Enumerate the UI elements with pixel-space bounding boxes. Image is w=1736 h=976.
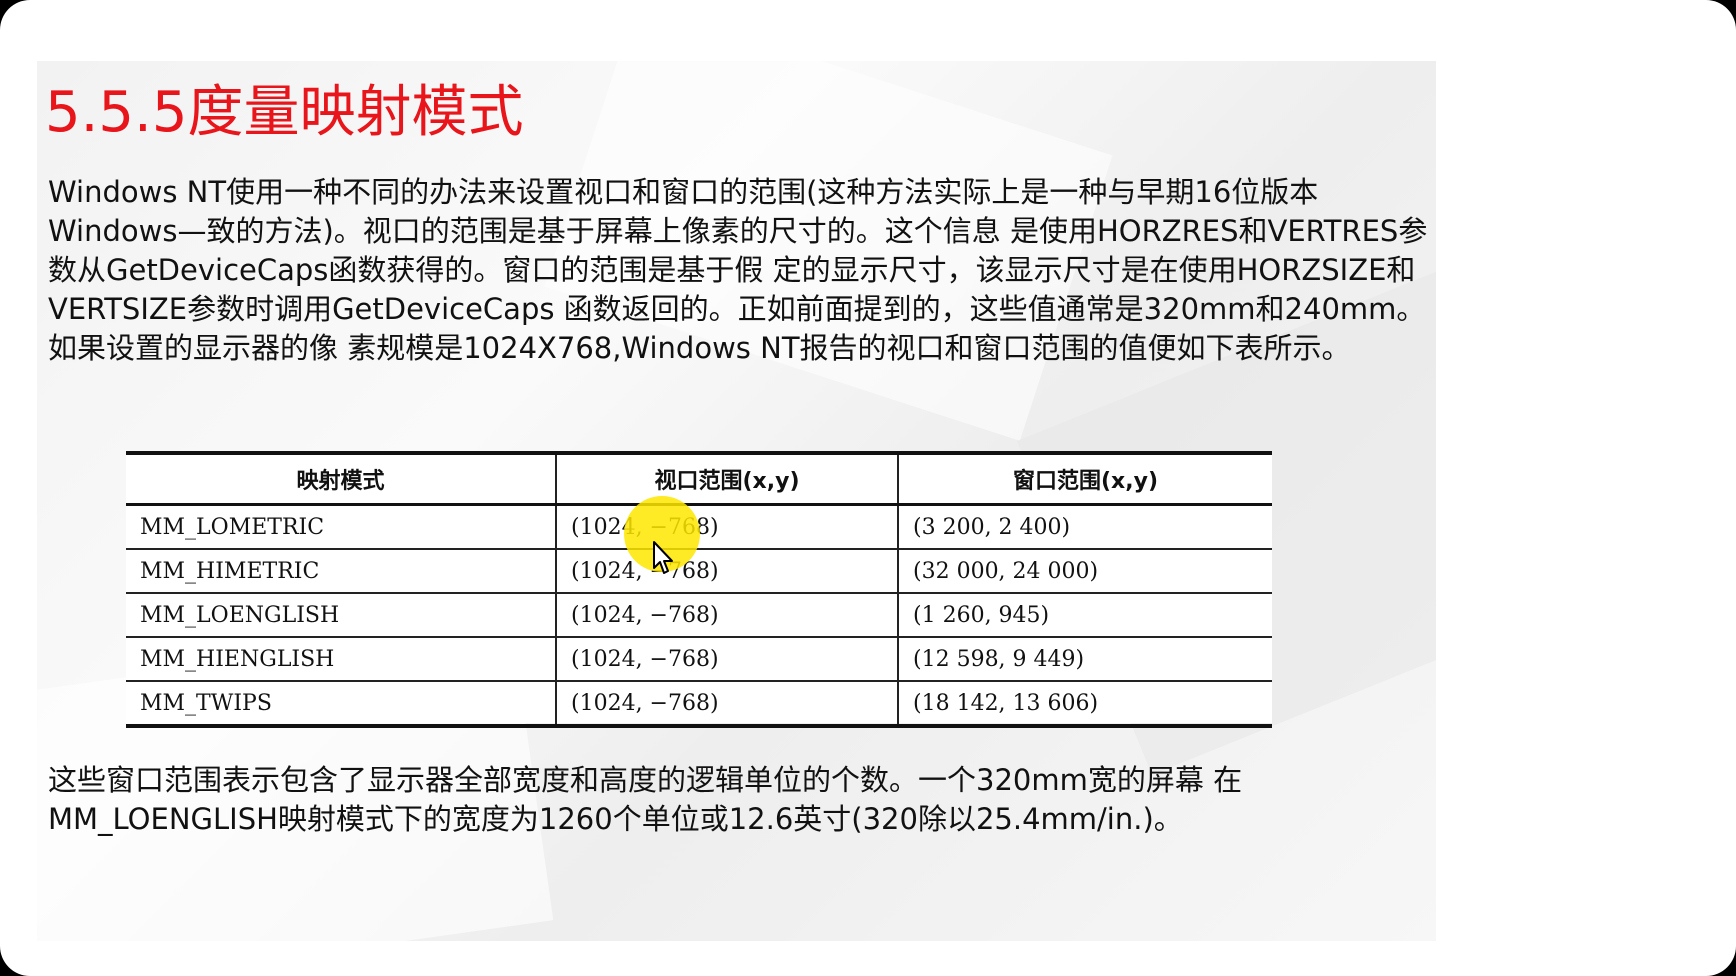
viewport-cell: (1024, −768) <box>555 504 898 550</box>
column-header-viewport-extent: 视口范围(x,y) <box>555 451 898 506</box>
window-cell: (32 000, 24 000) <box>897 549 1272 594</box>
table-header-row: 映射模式 视口范围(x,y) 窗口范围(x,y) <box>126 451 1272 506</box>
intro-paragraph: Windows NT使用一种不同的办法来设置视口和窗口的范围(这种方法实际上是一… <box>48 175 1428 365</box>
window-cell: (12 598, 9 449) <box>897 637 1272 682</box>
presentation-slide: 5.5.5度量映射模式 Windows NT使用一种不同的办法来设置视口和窗口的… <box>37 61 1436 941</box>
explanation-paragraph: 这些窗口范围表示包含了显示器全部宽度和高度的逻辑单位的个数。一个320mm宽的屏… <box>48 763 1243 836</box>
viewport-cell: (1024, −768) <box>555 637 898 682</box>
slide-title: 5.5.5度量映射模式 <box>45 80 524 145</box>
window-cell: (1 260, 945) <box>897 593 1272 638</box>
mode-cell: MM_TWIPS <box>126 681 556 728</box>
mapping-mode-table-container: 映射模式 视口范围(x,y) 窗口范围(x,y) MM_LOMETRIC (10… <box>126 451 1272 728</box>
mode-cell: MM_LOMETRIC <box>126 504 556 550</box>
mapping-mode-table: 映射模式 视口范围(x,y) 窗口范围(x,y) MM_LOMETRIC (10… <box>126 451 1272 728</box>
table-row: MM_HIENGLISH (1024, −768) (12 598, 9 449… <box>126 637 1272 682</box>
table-row: MM_TWIPS (1024, −768) (18 142, 13 606) <box>126 681 1272 728</box>
table-row: MM_LOENGLISH (1024, −768) (1 260, 945) <box>126 593 1272 638</box>
viewport-cell: (1024, −768) <box>555 593 898 638</box>
column-header-mapping-mode: 映射模式 <box>126 451 556 506</box>
mode-cell: MM_LOENGLISH <box>126 593 556 638</box>
window-cell: (18 142, 13 606) <box>897 681 1272 728</box>
window-cell: (3 200, 2 400) <box>897 504 1272 550</box>
viewport-cell: (1024, −768) <box>555 681 898 728</box>
video-frame: 5.5.5度量映射模式 Windows NT使用一种不同的办法来设置视口和窗口的… <box>0 0 1736 976</box>
column-header-window-extent: 窗口范围(x,y) <box>897 451 1272 506</box>
mode-cell: MM_HIMETRIC <box>126 549 556 594</box>
viewport-cell: (1024, −768) <box>555 549 898 594</box>
table-row: MM_HIMETRIC (1024, −768) (32 000, 24 000… <box>126 549 1272 594</box>
table-row: MM_LOMETRIC (1024, −768) (3 200, 2 400) <box>126 504 1272 550</box>
mode-cell: MM_HIENGLISH <box>126 637 556 682</box>
